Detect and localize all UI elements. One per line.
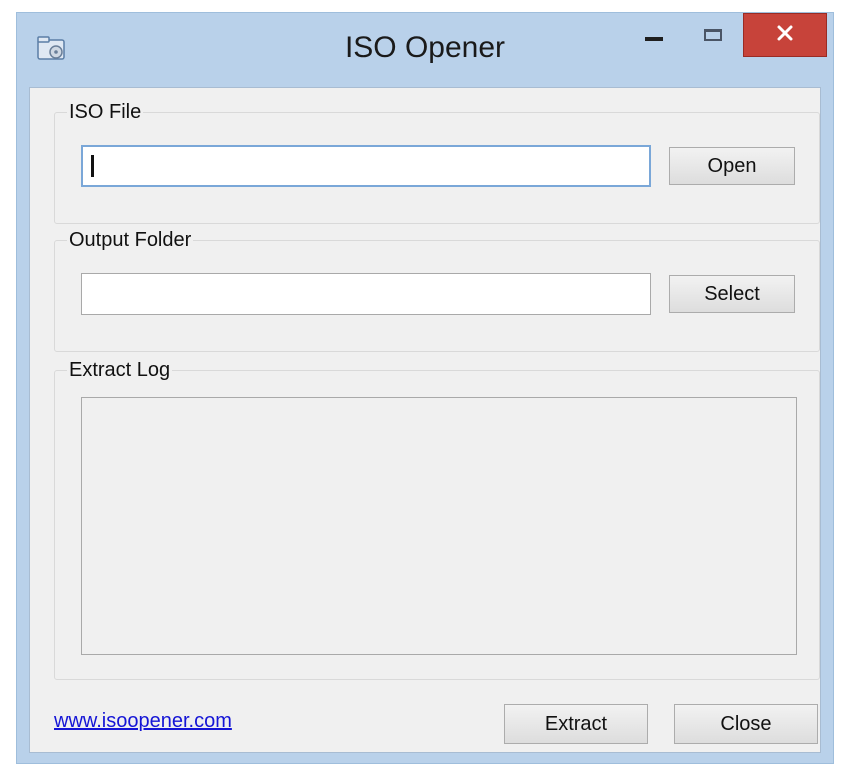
output-folder-group: Output Folder Select	[54, 229, 820, 352]
minimize-icon	[645, 37, 663, 41]
iso-file-input[interactable]	[81, 145, 651, 187]
open-button[interactable]: Open	[669, 147, 795, 185]
output-folder-label: Output Folder	[67, 229, 194, 252]
output-folder-input[interactable]	[81, 273, 651, 315]
website-link[interactable]: www.isoopener.com	[54, 710, 232, 733]
text-caret	[91, 155, 94, 177]
extract-log-label: Extract Log	[67, 359, 173, 382]
minimize-button[interactable]	[629, 15, 679, 55]
extract-log-box[interactable]	[81, 397, 797, 655]
maximize-icon	[704, 29, 722, 41]
iso-file-label: ISO File	[67, 101, 144, 124]
title-bar[interactable]: ISO Opener	[17, 13, 833, 87]
close-window-button[interactable]	[743, 13, 827, 57]
maximize-button[interactable]	[685, 15, 741, 55]
close-icon	[776, 24, 794, 47]
extract-button[interactable]: Extract	[504, 704, 648, 744]
client-area: ISO File Open Output Folder Select Extra…	[29, 87, 821, 753]
select-button[interactable]: Select	[669, 275, 795, 313]
iso-opener-window: ISO Opener ISO File Open Output Folder S…	[16, 12, 834, 764]
close-button[interactable]: Close	[674, 704, 818, 744]
iso-file-group: ISO File Open	[54, 101, 820, 224]
extract-log-group: Extract Log	[54, 359, 820, 680]
